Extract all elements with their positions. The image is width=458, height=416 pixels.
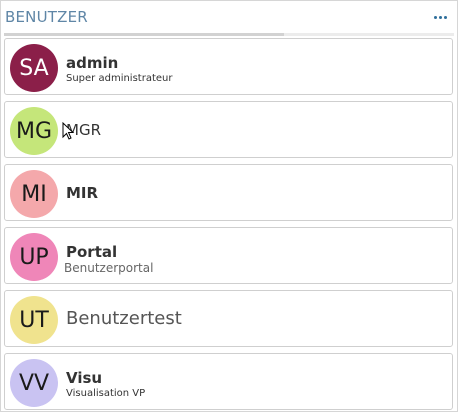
horizontal-scrollbar[interactable]	[4, 33, 454, 36]
user-name: MIR	[66, 184, 99, 202]
user-list: SA admin Super administrateur MG MGR MI …	[4, 38, 453, 416]
avatar-initials: MI	[21, 181, 47, 207]
user-item-mir[interactable]: MI MIR	[4, 164, 453, 221]
user-item-admin[interactable]: SA admin Super administrateur	[4, 38, 453, 95]
user-name: admin	[66, 54, 119, 72]
user-name: Portal	[66, 243, 118, 261]
avatar: UP	[10, 233, 58, 281]
avatar: MG	[10, 107, 58, 155]
user-item-benutzertest[interactable]: UT Benutzertest	[4, 290, 453, 347]
avatar: UT	[10, 296, 58, 344]
avatar-initials: VV	[18, 370, 50, 396]
mouse-cursor-icon	[62, 122, 75, 140]
avatar: VV	[10, 359, 58, 407]
avatar: MI	[10, 170, 58, 218]
avatar-initials: UT	[19, 307, 49, 333]
avatar-initials: UP	[19, 244, 49, 270]
user-name: Visu	[66, 369, 103, 387]
more-dots-icon[interactable]	[432, 12, 449, 23]
panel-title: BENUTZER	[5, 8, 88, 26]
avatar-initials: SA	[19, 55, 49, 81]
users-panel: BENUTZER SA admin Super administrateur M…	[0, 0, 458, 412]
user-item-portal[interactable]: UP Portal Benutzerportal	[4, 227, 453, 284]
scrollbar-thumb[interactable]	[4, 33, 284, 36]
avatar: SA	[10, 44, 58, 92]
user-subtitle: Visualisation VP	[66, 388, 146, 399]
user-name: Benutzertest	[66, 308, 182, 329]
user-subtitle: Super administrateur	[66, 73, 173, 84]
user-item-visu[interactable]: VV Visu Visualisation VP	[4, 353, 453, 410]
panel-header: BENUTZER	[1, 1, 457, 33]
avatar-initials: MG	[15, 118, 53, 144]
user-subtitle: Benutzerportal	[64, 261, 154, 275]
